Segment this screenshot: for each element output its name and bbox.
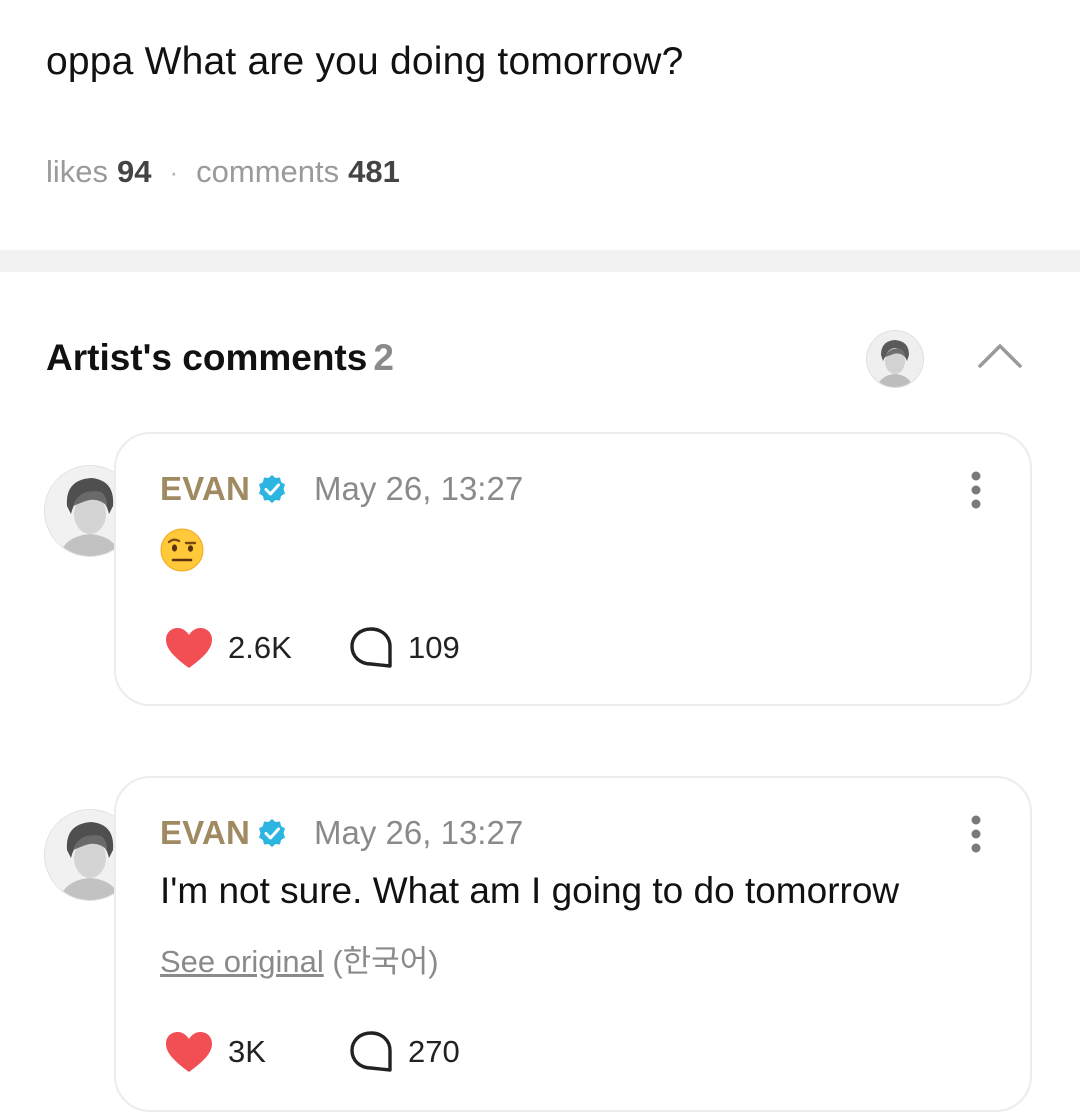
verified-badge-icon (259, 819, 286, 847)
artist-comment-card: EVAN May 26, 13:27 2.6K 109 (114, 432, 1032, 706)
reply-count: 109 (408, 630, 460, 665)
comment-actions: 3K 270 (164, 1030, 460, 1074)
likes-label: likes (46, 154, 109, 189)
post-text: oppa What are you doing tomorrow? (46, 40, 684, 83)
verified-badge-icon (259, 475, 286, 503)
heart-icon (166, 628, 212, 668)
stats-separator: · (169, 156, 179, 187)
more-options-icon[interactable] (970, 470, 982, 510)
likes-count[interactable]: 94 (117, 154, 151, 190)
comment-timestamp: May 26, 13:27 (314, 470, 524, 507)
face-with-raised-eyebrow-emoji (160, 528, 204, 572)
comment-timestamp: May 26, 13:27 (314, 814, 524, 851)
original-language: (한국어) (332, 944, 439, 979)
reply-button[interactable]: 270 (348, 1030, 460, 1074)
like-button[interactable]: 2.6K (164, 626, 348, 670)
comments-count[interactable]: 481 (348, 154, 400, 190)
artist-comment-card: EVAN May 26, 13:27 I'm not sure. What am… (114, 776, 1032, 1112)
reply-button[interactable]: 109 (348, 626, 460, 670)
heart-icon (166, 1032, 212, 1072)
artist-comments-count: 2 (373, 337, 394, 378)
comment-header: EVAN May 26, 13:27 (160, 470, 523, 508)
reply-count: 270 (408, 1034, 460, 1069)
artist-avatar-small[interactable] (866, 330, 924, 388)
post-stats: likes 94 · comments 481 (46, 154, 400, 190)
more-options-icon[interactable] (970, 814, 982, 854)
see-original-row: See original (한국어) (160, 936, 439, 981)
artist-comments-label: Artist's comments (46, 337, 368, 378)
artist-comments-title: Artist's comments 2 (46, 337, 394, 379)
section-divider (0, 250, 1080, 272)
comment-author-name[interactable]: EVAN (160, 814, 250, 852)
chevron-up-icon[interactable] (976, 340, 1024, 370)
comment-actions: 2.6K 109 (164, 626, 460, 670)
reply-bubble-icon (350, 627, 392, 668)
comment-header: EVAN May 26, 13:27 (160, 814, 523, 852)
comments-label: comments (196, 154, 340, 189)
see-original-link[interactable]: See original (160, 944, 324, 979)
reply-bubble-icon (350, 1031, 392, 1072)
like-count: 2.6K (228, 630, 292, 665)
like-count: 3K (228, 1034, 266, 1069)
like-button[interactable]: 3K (164, 1030, 348, 1074)
comment-text: I'm not sure. What am I going to do tomo… (160, 870, 900, 911)
comment-author-name[interactable]: EVAN (160, 470, 250, 508)
